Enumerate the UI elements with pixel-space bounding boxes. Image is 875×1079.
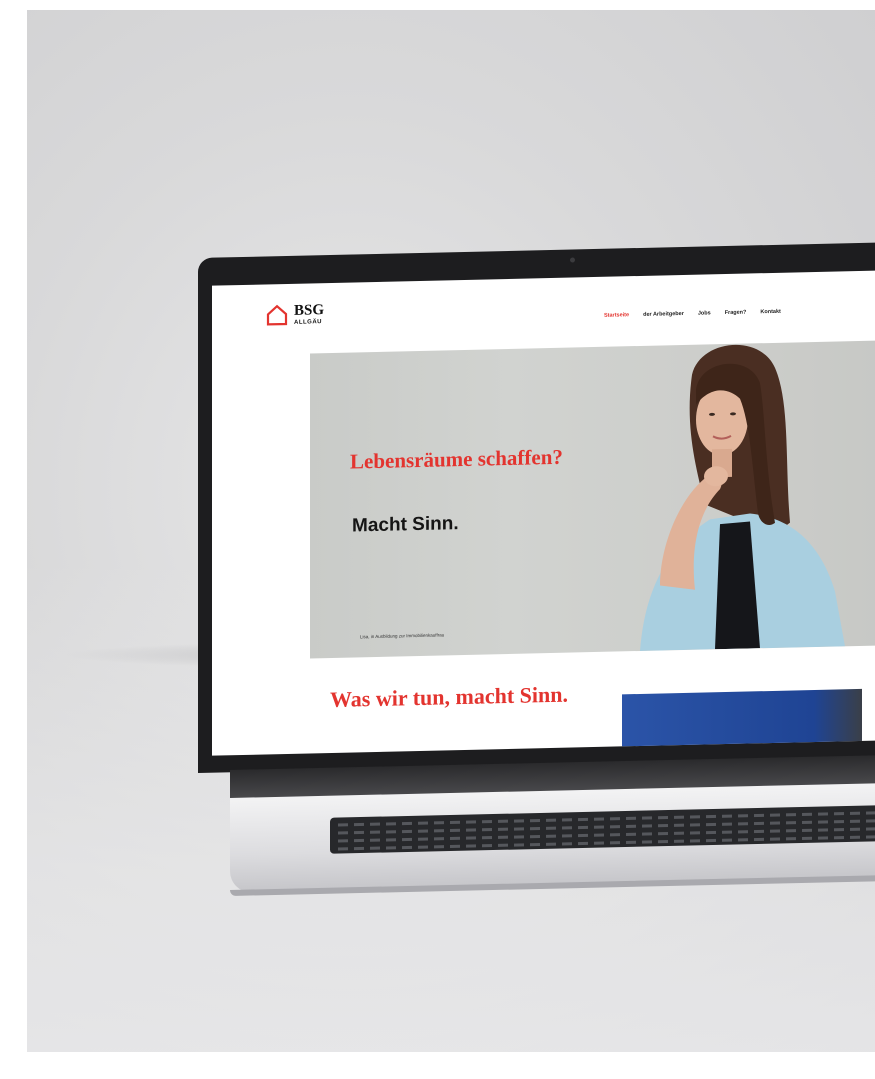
nav-item-fragen[interactable]: Fragen? (725, 310, 747, 316)
hero-title-red: Lebensräume schaffen? (350, 444, 563, 474)
frame-top (0, 0, 875, 10)
nav-item-startseite[interactable]: Startseite (604, 312, 629, 319)
section-image (622, 688, 862, 755)
site-logo[interactable]: BSG ALLGÄU (266, 302, 325, 326)
section-title: Was wir tun, macht Sinn. (330, 681, 568, 713)
frame-bottom (0, 1052, 875, 1079)
laptop-base (230, 752, 875, 896)
laptop: BSG ALLGÄU Startseite der Arbeitgeber Jo… (190, 240, 875, 950)
frame-left (0, 0, 27, 1079)
logo-text: BSG ALLGÄU (294, 302, 325, 326)
hero-title-black: Macht Sinn. (352, 513, 459, 537)
hero-banner: Lebensräume schaffen? Macht Sinn. Lisa, … (310, 338, 875, 659)
nav-item-arbeitgeber[interactable]: der Arbeitgeber (643, 311, 684, 318)
nav-item-kontakt[interactable]: Kontakt (760, 309, 780, 315)
main-nav: Startseite der Arbeitgeber Jobs Fragen? … (604, 309, 781, 319)
hero-caption: Lisa, in Ausbildung zur Immobilienkauffr… (360, 632, 445, 640)
deck-edge (230, 872, 875, 896)
logo-sub: ALLGÄU (294, 319, 322, 326)
camera-icon (570, 257, 575, 263)
laptop-screen: BSG ALLGÄU Startseite der Arbeitgeber Jo… (212, 268, 875, 756)
logo-main: BSG (294, 302, 325, 319)
house-logo-icon (266, 304, 288, 326)
site-header: BSG ALLGÄU Startseite der Arbeitgeber Jo… (212, 268, 875, 345)
laptop-lid: BSG ALLGÄU Startseite der Arbeitgeber Jo… (198, 240, 875, 774)
keyboard (330, 803, 875, 854)
hero-person-photo (640, 345, 845, 651)
product-photo: BSG ALLGÄU Startseite der Arbeitgeber Jo… (0, 0, 875, 1079)
laptop-deck (230, 780, 875, 896)
nav-item-jobs[interactable]: Jobs (698, 310, 711, 316)
